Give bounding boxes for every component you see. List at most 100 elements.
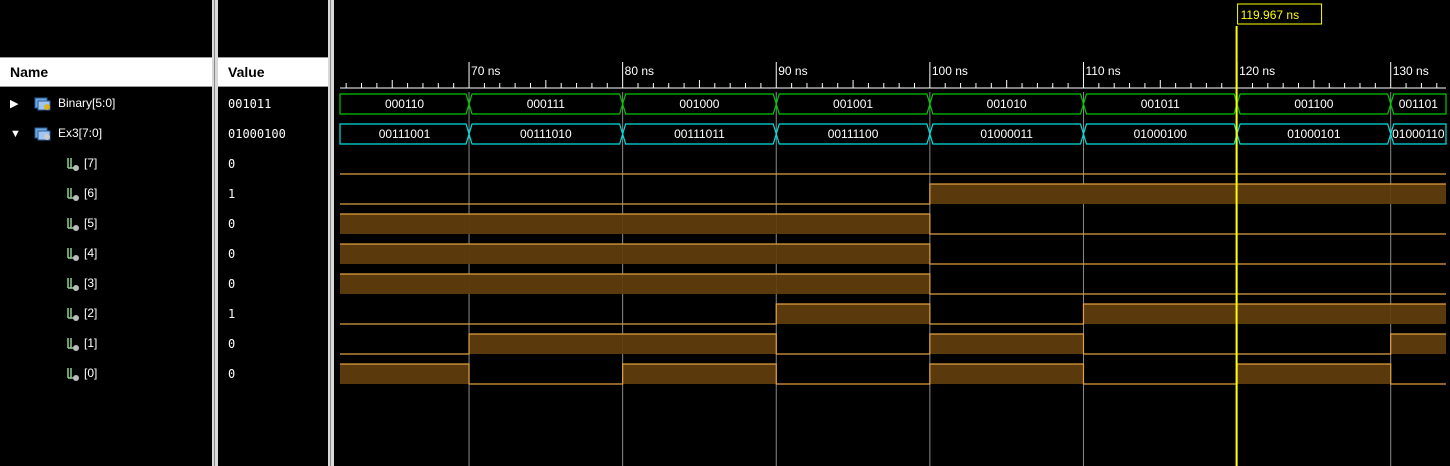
signal-value: 0 [228, 157, 236, 171]
signal-name: [5] [84, 216, 98, 230]
bit-high-fill [622, 274, 777, 294]
bit-high-fill [929, 184, 1084, 204]
bus-value-label: 01000101 [1287, 127, 1341, 141]
signal-row[interactable]: ▶ Binary[5:0] [0, 89, 212, 119]
bit-high-fill [1390, 334, 1446, 354]
time-tick-label: 80 ns [625, 64, 654, 78]
signal-name: Binary[5:0] [58, 96, 116, 110]
signal-value: 0 [228, 217, 236, 231]
signal-row[interactable]: ▼ Ex3[7:0] [0, 119, 212, 149]
bit-high-fill [622, 244, 777, 264]
bus-value-label: 000111 [527, 97, 566, 111]
name-panel: Name ▶ Binary[5:0] ▼ Ex3[7:0] [7] [6] [5] [4] [3… [0, 0, 212, 466]
bit-signal-icon [66, 216, 80, 232]
bit-signal-icon [66, 156, 80, 172]
signal-name: [4] [84, 246, 98, 260]
bit-high-fill [776, 214, 930, 234]
signal-value: 0 [228, 247, 236, 261]
bus-value-label: 00111001 [379, 127, 431, 141]
signal-value: 0 [228, 277, 236, 291]
time-tick-label: 130 ns [1393, 64, 1429, 78]
signal-name: [7] [84, 156, 98, 170]
waveform-viewer: Name ▶ Binary[5:0] ▼ Ex3[7:0] [7] [6] [5] [4] [3… [0, 0, 1450, 466]
time-tick-label: 90 ns [778, 64, 807, 78]
bit-signal-icon [66, 276, 80, 292]
bus-signal-icon [34, 127, 52, 141]
signal-value: 0 [228, 367, 236, 381]
bus-value-label: 00111011 [674, 127, 725, 141]
bit-high-fill [340, 244, 470, 264]
time-tick-label: 120 ns [1239, 64, 1275, 78]
signal-value: 0 [228, 337, 236, 351]
bus-value-label: 001101 [1399, 97, 1438, 111]
bit-high-fill [776, 244, 930, 264]
signal-value: 01000100 [228, 127, 286, 141]
bit-signal-icon [66, 186, 80, 202]
collapse-arrow-icon[interactable]: ▼ [10, 128, 22, 140]
bus-value-label: 01000100 [1134, 127, 1188, 141]
signal-row[interactable]: [0] [0, 359, 212, 389]
signal-name: [0] [84, 366, 98, 380]
value-panel: Value 001011 01000100 0 1 0 0 0 1 0 0 [218, 0, 328, 466]
bit-high-fill [340, 274, 470, 294]
bit-signal-icon [66, 336, 80, 352]
bit-high-fill [622, 334, 777, 354]
bit-signal-icon [66, 366, 80, 382]
signal-name: [1] [84, 336, 98, 350]
bit-high-fill [469, 214, 623, 234]
bus-value-label: 01000011 [980, 127, 1033, 141]
bit-high-fill [469, 244, 623, 264]
waveform-canvas[interactable]: 70 ns 80 ns 90 ns 100 ns 110 ns 120 ns 130 ns 0… [334, 0, 1450, 466]
cursor-time-label: 119.967 ns [1241, 8, 1300, 22]
signal-row[interactable]: [1] [0, 329, 212, 359]
bus-value-label: 001010 [987, 97, 1027, 111]
expand-arrow-icon[interactable]: ▶ [10, 98, 22, 110]
signal-row[interactable]: [2] [0, 299, 212, 329]
bit-high-fill [622, 364, 777, 384]
bus-value-label: 001000 [679, 97, 719, 111]
waveform-area[interactable]: 70 ns 80 ns 90 ns 100 ns 110 ns 120 ns 130 ns 0… [334, 0, 1450, 466]
bit-high-fill [929, 364, 1084, 384]
signal-row[interactable]: [7] [0, 149, 212, 179]
bit-high-fill [1237, 304, 1391, 324]
signal-name: [2] [84, 306, 98, 320]
bus-value-label: 00111100 [828, 127, 879, 141]
bit-high-fill [929, 334, 1084, 354]
time-tick-label: 110 ns [1085, 64, 1120, 78]
time-tick-label: 100 ns [932, 64, 968, 78]
bit-high-fill [776, 274, 930, 294]
bit-high-fill [340, 364, 470, 384]
bus-value-label: 01000110 [1392, 127, 1445, 141]
bit-signal-icon [66, 246, 80, 262]
bus-signal-icon [34, 97, 52, 111]
time-tick-label: 70 ns [471, 64, 500, 78]
bit-high-fill [1237, 184, 1391, 204]
bus-value-label: 00111010 [520, 127, 572, 141]
signal-name: Ex3[7:0] [58, 126, 103, 140]
bit-high-fill [622, 214, 777, 234]
signal-name: [6] [84, 186, 98, 200]
bit-high-fill [1083, 184, 1238, 204]
bus-value-label: 001001 [833, 97, 873, 111]
name-column-header[interactable]: Name [0, 57, 212, 87]
bit-high-fill [1237, 364, 1391, 384]
bit-high-fill [776, 304, 930, 324]
signal-value: 1 [228, 307, 236, 321]
signal-value: 1 [228, 187, 236, 201]
signal-row[interactable]: [4] [0, 239, 212, 269]
signal-value: 001011 [228, 97, 272, 111]
signal-row[interactable]: [3] [0, 269, 212, 299]
value-column-header[interactable]: Value [218, 57, 328, 87]
bit-high-fill [469, 274, 623, 294]
bus-value-label: 001011 [1141, 97, 1180, 111]
bit-high-fill [340, 214, 470, 234]
bit-high-fill [1390, 304, 1446, 324]
signal-row[interactable]: [5] [0, 209, 212, 239]
bus-value-label: 001100 [1294, 97, 1333, 111]
bit-high-fill [469, 334, 623, 354]
bit-high-fill [1390, 184, 1446, 204]
signal-name: [3] [84, 276, 98, 290]
bit-signal-icon [66, 306, 80, 322]
bit-high-fill [1083, 304, 1238, 324]
signal-row[interactable]: [6] [0, 179, 212, 209]
